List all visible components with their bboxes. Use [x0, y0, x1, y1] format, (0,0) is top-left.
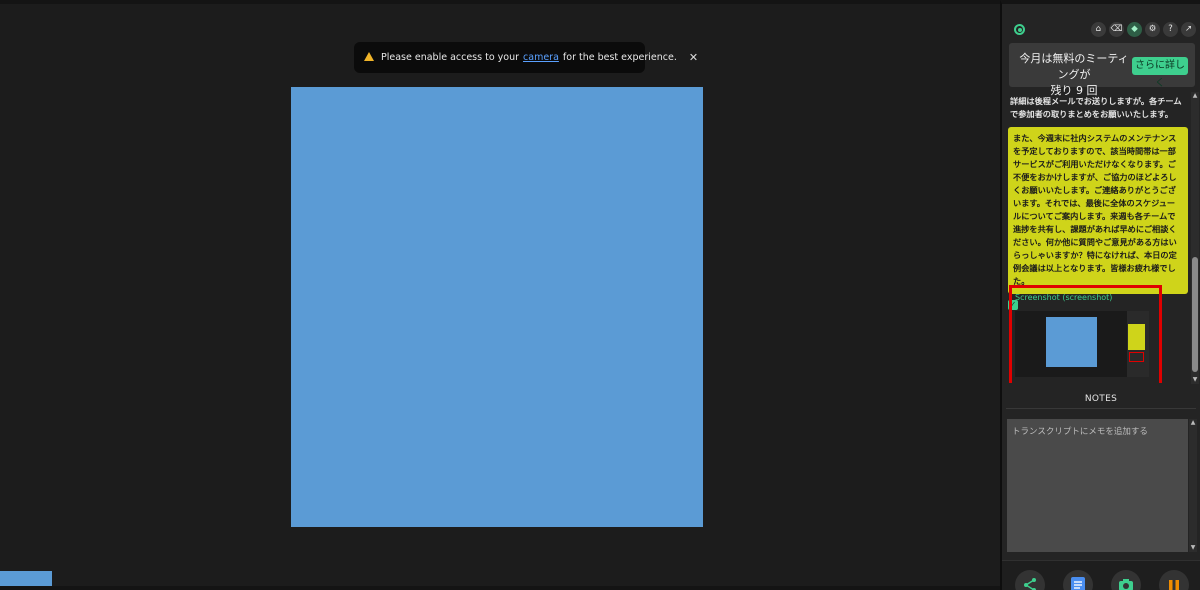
panel-footer	[1002, 560, 1200, 590]
learn-more-button[interactable]: さらに詳しく	[1132, 57, 1188, 89]
warning-icon	[364, 52, 374, 61]
screenshot-button[interactable]	[1111, 570, 1141, 590]
meeting-assistant-panel: ⌂ ⌫ ◆ ⚙ ? ↗ 今月は無料のミーティングが 残り 9 回 さらに詳しく …	[1000, 0, 1200, 590]
scroll-up-icon[interactable]: ▲	[1189, 419, 1197, 427]
pin-icon[interactable]: ↗	[1181, 22, 1196, 37]
recording-status-icon	[1014, 24, 1025, 35]
close-icon[interactable]: ✕	[689, 51, 698, 64]
scroll-up-icon[interactable]: ▲	[1191, 92, 1199, 100]
scrollbar-thumb[interactable]	[1192, 257, 1198, 372]
divider	[1006, 408, 1196, 409]
share-icon	[1024, 578, 1036, 590]
notes-input[interactable]	[1007, 419, 1188, 552]
transcript-entry: 詳細は後程メールでお送りしますが。各チームで参加者の取りまとめをお願いいたします…	[1010, 96, 1182, 119]
home-icon[interactable]: ⌂	[1091, 22, 1106, 37]
pause-icon	[1169, 580, 1179, 590]
scroll-down-icon[interactable]: ▼	[1189, 544, 1197, 552]
promo-text: 今月は無料のミーティングが 残り 9 回	[1019, 52, 1129, 97]
shield-icon[interactable]: ◆	[1127, 22, 1142, 37]
transcript-scrollbar[interactable]: ▲ ▼	[1191, 92, 1199, 384]
gear-icon[interactable]: ⚙	[1145, 22, 1160, 37]
eraser-icon[interactable]: ⌫	[1109, 22, 1124, 37]
main-video-tile	[291, 87, 703, 527]
screenshot-entry[interactable]: Screenshot (screenshot)	[1009, 285, 1162, 383]
stage-bottom-bar	[0, 586, 1000, 590]
notes-scrollbar[interactable]: ▲ ▼	[1189, 419, 1197, 552]
transcript-highlight[interactable]: また、今週末に社内システムのメンテナンスを予定しておりますので、該当時間帯は一部…	[1008, 127, 1188, 294]
toast-suffix: for the best experience.	[562, 52, 677, 63]
transcript-list[interactable]: 詳細は後程メールでお送りしますが。各チームで参加者の取りまとめをお願いいたします…	[1008, 93, 1188, 383]
pause-button[interactable]	[1159, 570, 1189, 590]
screenshot-thumbnail[interactable]	[1015, 311, 1149, 377]
camera-permission-toast: Please enable access to your camera for …	[354, 42, 698, 73]
video-stage: Please enable access to your camera for …	[0, 0, 1000, 590]
document-icon	[1071, 577, 1085, 590]
camera-settings-link[interactable]: camera	[523, 52, 559, 63]
free-meetings-banner: 今月は無料のミーティングが 残り 9 回 さらに詳しく	[1009, 43, 1195, 97]
transcript-button[interactable]	[1063, 570, 1093, 590]
notes-heading: NOTES	[1084, 394, 1118, 404]
toast-prefix: Please enable access to your	[381, 52, 520, 63]
camera-icon	[1119, 579, 1133, 590]
panel-toolbar: ⌂ ⌫ ◆ ⚙ ? ↗	[1010, 22, 1196, 42]
scroll-down-icon[interactable]: ▼	[1191, 376, 1199, 384]
help-icon[interactable]: ?	[1163, 22, 1178, 37]
share-button[interactable]	[1015, 570, 1045, 590]
screenshot-label: Screenshot (screenshot)	[1015, 293, 1113, 302]
